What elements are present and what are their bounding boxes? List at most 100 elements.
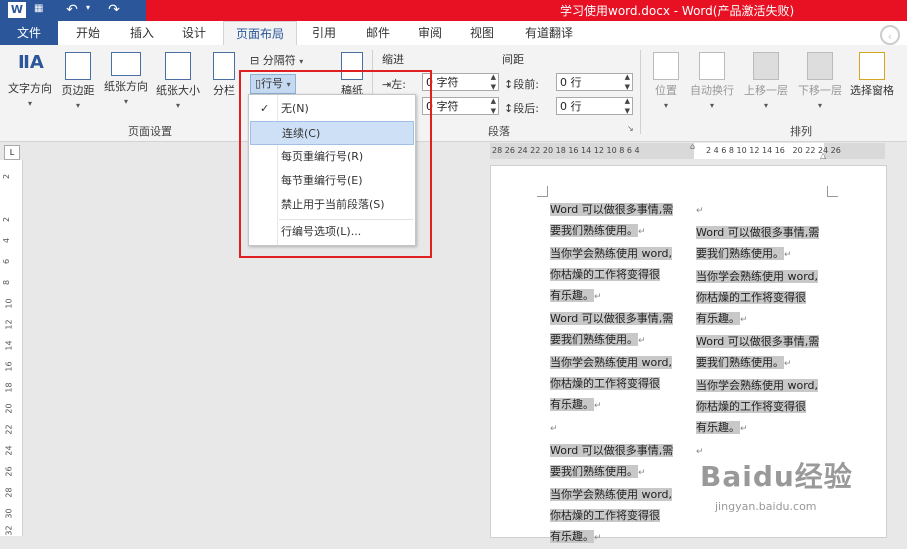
- margins-button[interactable]: 页边距 ▾: [58, 52, 98, 111]
- columns-icon: [213, 52, 235, 80]
- tab-home[interactable]: 开始: [66, 21, 110, 45]
- text-line: 当你学会熟练使用 word,: [696, 270, 819, 283]
- page-setup-group-label: 页面设置: [128, 125, 172, 138]
- text-line: 有乐趣。↵: [550, 530, 602, 543]
- vruler-number: 22: [4, 424, 14, 435]
- bring-forward-icon: [753, 52, 779, 80]
- collapse-ribbon-icon[interactable]: ‹: [880, 25, 900, 45]
- text-line: 你枯燥的工作将变得很: [550, 268, 660, 281]
- undo-icon[interactable]: ↶: [62, 1, 82, 19]
- text-line: 你枯燥的工作将变得很: [696, 400, 806, 413]
- text-line: 你枯燥的工作将变得很: [550, 509, 660, 522]
- document-column-1[interactable]: Word 可以做很多事情,需 要我们熟练使用。↵ 当你学会熟练使用 word, …: [550, 199, 682, 549]
- wrap-text-icon: [699, 52, 725, 80]
- document-column-2[interactable]: ↵ Word 可以做很多事情,需 要我们熟练使用。↵ 当你学会熟练使用 word…: [696, 199, 828, 463]
- tab-references[interactable]: 引用: [302, 21, 346, 45]
- text-line: 你枯燥的工作将变得很: [550, 377, 660, 390]
- position-label: 位置: [655, 84, 677, 97]
- indent-left-input[interactable]: 0 字符 ▲ ▼: [422, 73, 499, 91]
- crop-mark: [537, 186, 548, 197]
- selection-pane-label: 选择窗格: [850, 84, 894, 97]
- tab-view[interactable]: 视图: [460, 21, 504, 45]
- orientation-icon: [111, 52, 141, 76]
- wrap-text-label: 自动换行: [690, 84, 734, 97]
- tab-youdao[interactable]: 有道翻译: [516, 21, 582, 45]
- highlight-annotation-box: [239, 70, 432, 258]
- text-direction-label: 文字方向: [8, 82, 52, 95]
- vruler-number: 26: [4, 466, 14, 477]
- wrap-text-button[interactable]: 自动换行 ▾: [686, 52, 738, 111]
- position-icon: [653, 52, 679, 80]
- spacing-after-input[interactable]: 0 行 ▲ ▼: [556, 97, 633, 115]
- text-line: 要我们熟练使用。↵: [696, 247, 792, 260]
- paragraph-launcher-icon[interactable]: ↘: [627, 124, 634, 133]
- text-line: 当你学会熟练使用 word,: [696, 379, 819, 392]
- spacing-label: 间距: [502, 53, 524, 66]
- vruler-number: 6: [2, 258, 12, 265]
- vruler-number: 20: [4, 403, 14, 414]
- tab-design[interactable]: 设计: [172, 21, 216, 45]
- spacing-after-icon: ↕: [504, 102, 514, 115]
- spacing-before-icon: ↕: [504, 78, 514, 91]
- vruler-number: 30: [4, 508, 14, 519]
- ruler-left-numbers: 28 26 24 22 20 18 16 14 12 10 8 6 4: [492, 146, 640, 155]
- orientation-label: 纸张方向: [104, 80, 148, 93]
- vruler-number: 14: [4, 340, 14, 351]
- spacing-before-label: ↕段前:: [504, 78, 539, 91]
- tab-insert[interactable]: 插入: [120, 21, 164, 45]
- spinner-icon[interactable]: ▲ ▼: [491, 96, 496, 116]
- tab-mailings[interactable]: 邮件: [356, 21, 400, 45]
- vertical-ruler: 2 2 4 6 8 10 12 14 16 18 20 22 24 26 28 …: [0, 160, 23, 536]
- breaks-button[interactable]: ⊟ 分隔符 ▾: [250, 52, 303, 68]
- tab-page-layout[interactable]: 页面布局: [223, 21, 297, 46]
- send-backward-button[interactable]: 下移一层 ▾: [794, 52, 846, 111]
- vruler-number: 2: [2, 216, 12, 223]
- selection-pane-button[interactable]: 选择窗格: [846, 52, 898, 98]
- right-indent-marker-icon[interactable]: △: [820, 151, 826, 160]
- text-line: 当你学会熟练使用 word,: [550, 247, 673, 260]
- watermark-logo: Baidu经验: [700, 460, 853, 493]
- tab-file[interactable]: 文件: [0, 21, 58, 45]
- window-title: 学习使用word.docx - Word(产品激活失败): [560, 4, 795, 18]
- text-line: 当你学会熟练使用 word,: [550, 488, 673, 501]
- text-direction-icon: ⅡA: [18, 52, 44, 73]
- columns-label: 分栏: [213, 84, 235, 97]
- text-line: 有乐趣。↵: [550, 289, 602, 302]
- indent-right-input[interactable]: 0 字符 ▲ ▼: [422, 97, 499, 115]
- columns-button[interactable]: 分栏: [208, 52, 240, 98]
- text-line: 有乐趣。↵: [696, 312, 748, 325]
- text-line: 要我们熟练使用。↵: [550, 333, 646, 346]
- watermark-url: jingyan.baidu.com: [715, 500, 817, 513]
- redo-icon[interactable]: ↷: [104, 1, 124, 19]
- crop-mark: [827, 186, 838, 197]
- bring-forward-button[interactable]: 上移一层 ▾: [740, 52, 792, 111]
- orientation-button[interactable]: 纸张方向 ▾: [100, 52, 152, 107]
- spacing-after-label: ↕段后:: [504, 102, 539, 115]
- send-backward-label: 下移一层: [798, 84, 842, 97]
- tab-review[interactable]: 审阅: [408, 21, 452, 45]
- send-backward-icon: [807, 52, 833, 80]
- text-direction-button[interactable]: ⅡA 文字方向 ▾: [4, 52, 56, 109]
- vruler-number: 2: [2, 173, 12, 180]
- position-button[interactable]: 位置 ▾: [648, 52, 684, 111]
- spinner-icon[interactable]: ▲ ▼: [491, 72, 496, 92]
- spacing-before-input[interactable]: 0 行 ▲ ▼: [556, 73, 633, 91]
- word-logo-icon: W: [8, 2, 26, 18]
- tab-selector[interactable]: L: [4, 145, 20, 160]
- save-icon[interactable]: ▦: [34, 3, 43, 14]
- breaks-icon: ⊟: [250, 54, 260, 67]
- spinner-icon[interactable]: ▲ ▼: [625, 96, 630, 116]
- size-button[interactable]: 纸张大小 ▾: [152, 52, 204, 111]
- vruler-number: 10: [4, 298, 14, 309]
- text-line: Word 可以做很多事情,需: [696, 226, 820, 239]
- size-icon: [165, 52, 191, 80]
- text-line: 要我们熟练使用。↵: [550, 465, 646, 478]
- spinner-icon[interactable]: ▲ ▼: [625, 72, 630, 92]
- size-label: 纸张大小: [156, 84, 200, 97]
- vruler-number: 16: [4, 361, 14, 372]
- arrange-group-label: 排列: [790, 125, 812, 138]
- undo-dropdown-icon[interactable]: ▾: [86, 3, 90, 12]
- text-line: 有乐趣。↵: [696, 421, 748, 434]
- vruler-number: 32: [4, 525, 14, 536]
- indent-marker-icon[interactable]: ⌂: [690, 142, 695, 151]
